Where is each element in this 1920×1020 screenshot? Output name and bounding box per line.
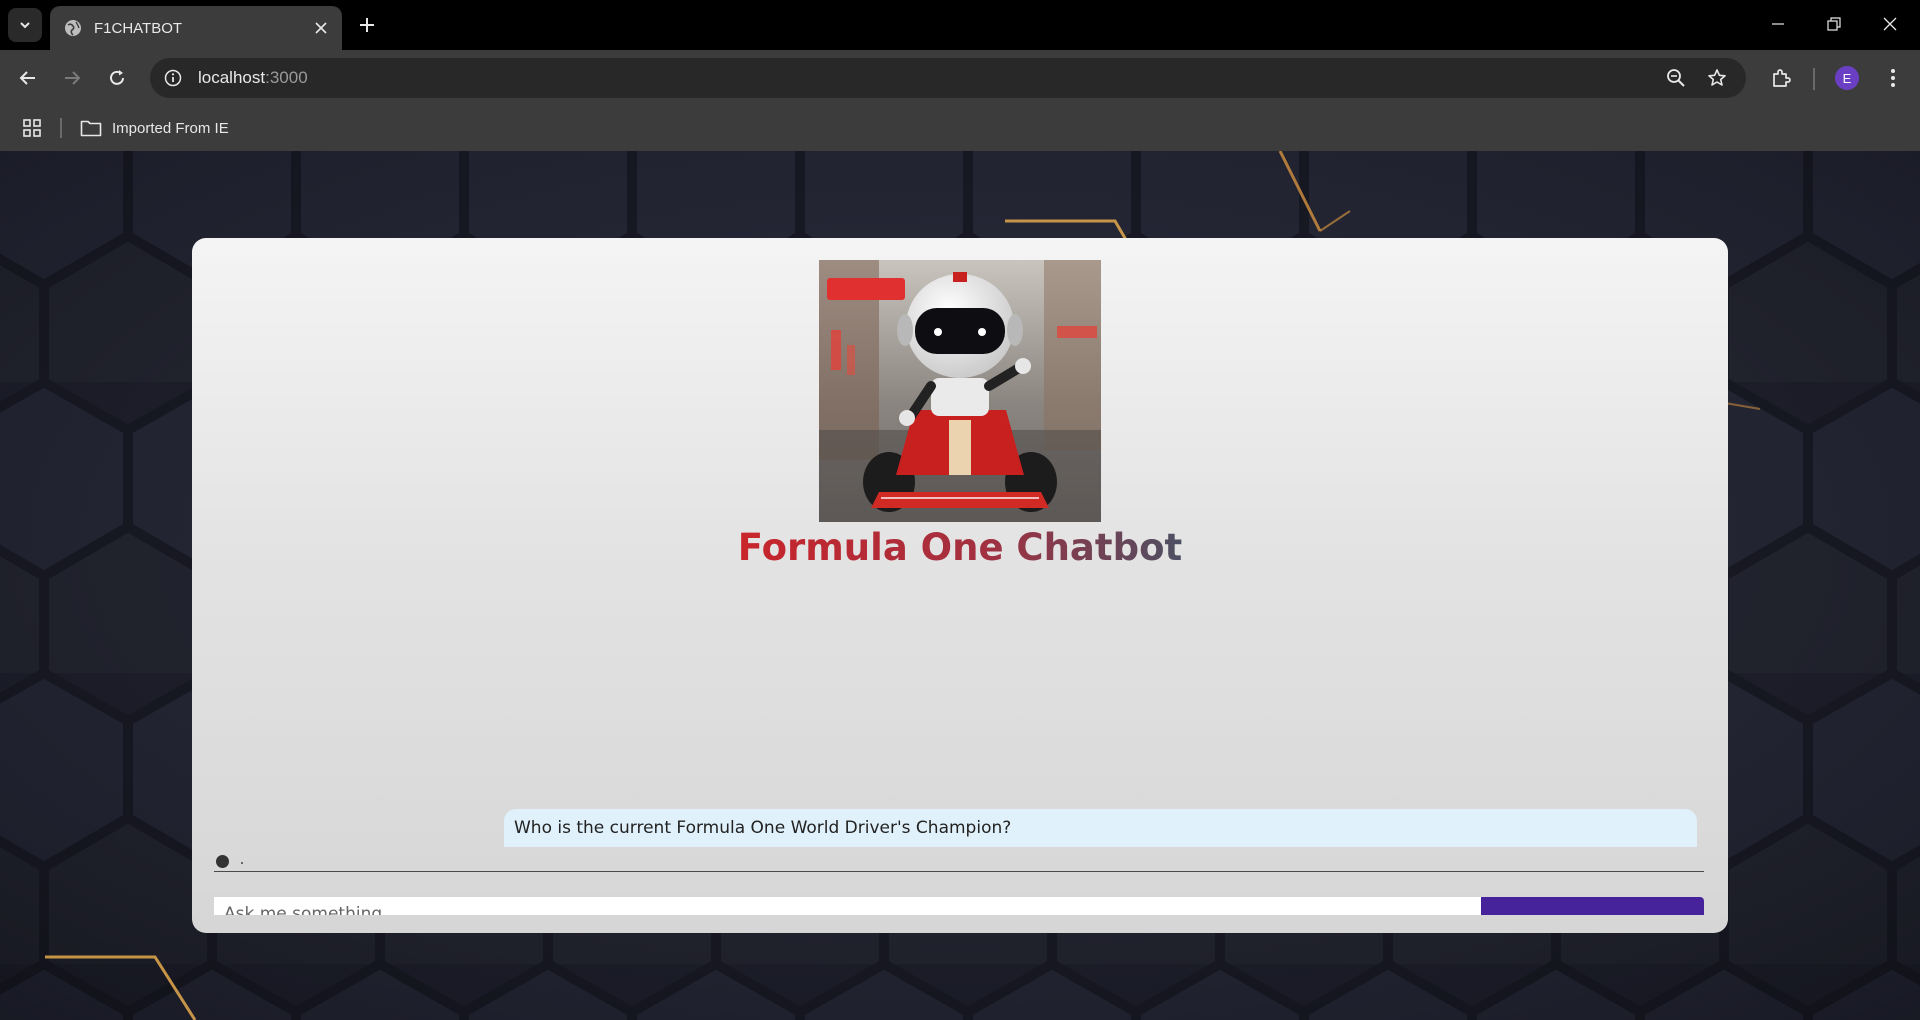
new-tab-button[interactable]: [352, 10, 382, 40]
page-title: Formula One Chatbot: [192, 526, 1728, 569]
browser-toolbar: localhost:3000 E Imported From IE: [0, 50, 1920, 158]
chatbot-logo-image: [819, 260, 1101, 522]
send-button[interactable]: [1481, 897, 1704, 915]
star-icon: [1708, 69, 1726, 86]
kebab-menu-icon: [1891, 69, 1895, 87]
url-port: :3000: [265, 68, 308, 87]
forward-button[interactable]: [56, 62, 88, 94]
url-text: localhost:3000: [198, 68, 308, 88]
profile-button[interactable]: E: [1831, 62, 1863, 94]
page-title-text: Formula One Chatbot: [737, 526, 1183, 569]
chat-card: Formula One Chatbot Who is the current F…: [192, 238, 1728, 933]
url-host: localhost: [198, 68, 266, 87]
bookmarks-divider: [60, 118, 62, 138]
tab-search-button[interactable]: [8, 8, 42, 42]
reload-icon: [110, 70, 124, 85]
site-info-icon[interactable]: [162, 67, 184, 89]
zoom-button[interactable]: [1662, 64, 1690, 92]
reload-button[interactable]: [101, 62, 133, 94]
globe-icon: [64, 19, 82, 37]
chat-input[interactable]: [214, 897, 1481, 915]
close-tab-icon[interactable]: [308, 15, 334, 41]
tab-title: F1CHATBOT: [94, 19, 183, 37]
restore-button[interactable]: [1806, 0, 1862, 48]
minimize-icon: [1772, 23, 1784, 25]
bookmark-label: Imported From IE: [112, 119, 229, 137]
browser-tab[interactable]: F1CHATBOT: [50, 6, 342, 50]
loading-dot: [216, 855, 229, 868]
close-icon: [1883, 17, 1897, 31]
user-message-text: Who is the current Formula One World Dri…: [514, 818, 1012, 838]
avatar: E: [1835, 66, 1859, 90]
plus-icon: [360, 18, 374, 32]
chat-input-form: [214, 897, 1704, 915]
zoom-out-icon: [1667, 69, 1685, 87]
restore-icon: [1827, 17, 1841, 31]
bookmark-folder-imported[interactable]: Imported From IE: [80, 114, 229, 142]
close-window-button[interactable]: [1862, 0, 1918, 48]
arrow-left-icon: [19, 71, 35, 85]
loading-indicator: [216, 855, 243, 868]
folder-icon: [80, 120, 102, 137]
bookmark-star-button[interactable]: [1703, 64, 1731, 92]
back-button[interactable]: [12, 62, 44, 94]
arrow-right-icon: [65, 71, 81, 85]
toolbar-divider: [1813, 68, 1815, 90]
minimize-button[interactable]: [1750, 0, 1806, 48]
tab-strip: F1CHATBOT: [0, 0, 1920, 50]
chevron-down-icon: [20, 22, 30, 29]
apps-grid-icon[interactable]: [20, 116, 44, 140]
loading-dot-small: [241, 861, 243, 864]
page-viewport: Formula One Chatbot Who is the current F…: [0, 151, 1920, 1020]
menu-button[interactable]: [1877, 62, 1909, 94]
divider-line: [214, 871, 1704, 872]
address-bar[interactable]: localhost:3000: [150, 58, 1746, 98]
bookmarks-bar: Imported From IE: [0, 106, 1920, 150]
puzzle-icon: [1773, 69, 1791, 87]
extensions-button[interactable]: [1765, 62, 1797, 94]
user-message-bubble: Who is the current Formula One World Dri…: [504, 809, 1697, 847]
